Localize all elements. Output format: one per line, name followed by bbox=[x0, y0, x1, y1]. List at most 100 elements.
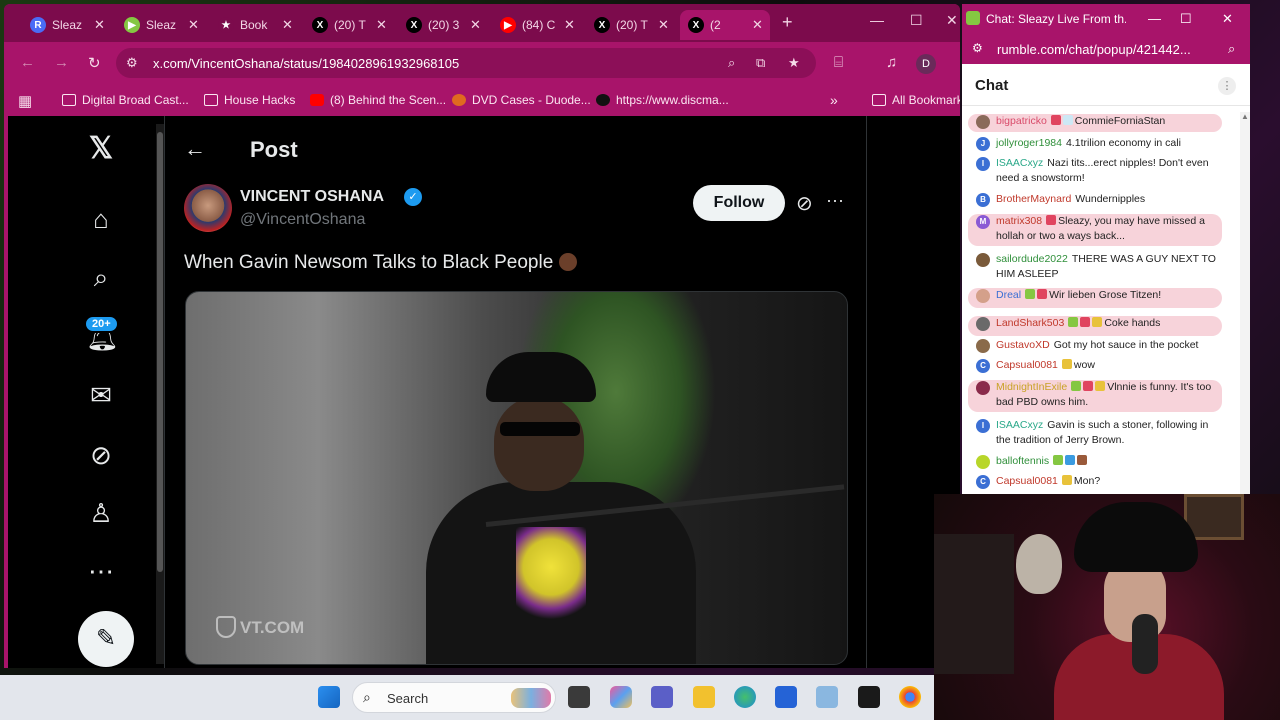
chat-avatar[interactable] bbox=[976, 339, 990, 353]
install-app-icon[interactable]: ⧉ bbox=[756, 55, 765, 71]
more-bookmarks-icon[interactable]: » bbox=[830, 92, 838, 108]
new-tab-button[interactable]: + bbox=[782, 12, 793, 33]
close-icon[interactable]: ✕ bbox=[946, 12, 958, 29]
back-arrow-icon[interactable]: ← bbox=[184, 136, 206, 162]
author-avatar[interactable] bbox=[184, 184, 232, 232]
chat-username[interactable]: sailordude2022 bbox=[996, 253, 1068, 265]
bookmark-item[interactable]: All Bookmark bbox=[872, 93, 960, 107]
windows-start-icon[interactable] bbox=[318, 686, 340, 708]
copilot-icon[interactable] bbox=[610, 686, 632, 708]
profile-avatar[interactable]: D bbox=[916, 54, 936, 74]
chat-username[interactable]: ISAACxyz bbox=[996, 419, 1043, 431]
compose-post-button[interactable]: ✎ bbox=[78, 611, 134, 667]
chat-username[interactable]: LandShark503 bbox=[996, 317, 1064, 329]
zoom-icon[interactable]: ⌕ bbox=[1228, 41, 1235, 57]
chat-avatar[interactable] bbox=[976, 381, 990, 395]
browser-tab[interactable]: X (20) T ✕ bbox=[304, 10, 394, 40]
site-info-icon[interactable]: ⚙ bbox=[972, 41, 983, 55]
zoom-icon[interactable]: ⌕ bbox=[728, 55, 735, 71]
nav-scrollbar[interactable] bbox=[156, 124, 164, 664]
back-icon[interactable]: ← bbox=[20, 54, 35, 71]
grok-icon[interactable]: ⊘ bbox=[86, 440, 116, 470]
author-name[interactable]: VINCENT OSHANA bbox=[240, 188, 384, 206]
chat-username[interactable]: Capsual0081 bbox=[996, 475, 1058, 487]
file-explorer-icon[interactable] bbox=[693, 686, 715, 708]
chat-message-list[interactable]: bigpatricko CommieForniaStan Jjollyroger19… bbox=[962, 112, 1240, 494]
chat-avatar[interactable]: C bbox=[976, 475, 990, 489]
tab-close-icon[interactable]: ✕ bbox=[752, 17, 763, 33]
reload-icon[interactable]: ↻ bbox=[88, 54, 101, 72]
chat-avatar[interactable]: I bbox=[976, 157, 990, 171]
chat-username[interactable]: ISAACxyz bbox=[996, 157, 1043, 169]
browser-tab[interactable]: R Sleaz ✕ bbox=[22, 10, 112, 40]
author-handle[interactable]: @VincentOshana bbox=[240, 211, 365, 229]
bookmark-item[interactable]: (8) Behind the Scen... bbox=[310, 93, 446, 107]
scroll-up-icon[interactable]: ▲ bbox=[1241, 112, 1249, 121]
chat-menu-icon[interactable]: ⋮ bbox=[1218, 77, 1236, 95]
close-icon[interactable]: ✕ bbox=[1222, 11, 1233, 27]
browser-tab[interactable]: ▶ Sleaz ✕ bbox=[116, 10, 206, 40]
profile-icon[interactable]: ♙ bbox=[86, 498, 116, 528]
task-view-icon[interactable] bbox=[568, 686, 590, 708]
chat-avatar[interactable]: J bbox=[976, 137, 990, 151]
explore-search-icon[interactable]: ⌕ bbox=[86, 262, 116, 292]
grok-explain-icon[interactable]: ⊘ bbox=[796, 191, 813, 216]
chat-avatar[interactable]: C bbox=[976, 359, 990, 373]
tab-close-icon[interactable]: ✕ bbox=[376, 17, 387, 33]
chat-avatar[interactable] bbox=[976, 455, 990, 469]
tab-close-icon[interactable]: ✕ bbox=[188, 17, 199, 33]
chat-avatar[interactable]: I bbox=[976, 419, 990, 433]
chat-avatar[interactable] bbox=[976, 115, 990, 129]
chat-avatar[interactable] bbox=[976, 253, 990, 267]
bookmark-item[interactable]: Digital Broad Cast... bbox=[62, 93, 189, 107]
chat-username[interactable]: Dreal bbox=[996, 289, 1021, 301]
teams-icon[interactable] bbox=[651, 686, 673, 708]
browser-tab[interactable]: ★ Book ✕ bbox=[210, 10, 300, 40]
microsoft-store-icon[interactable] bbox=[775, 686, 797, 708]
minimize-icon[interactable]: — bbox=[870, 12, 884, 28]
address-bar[interactable]: ⚙ x.com/VincentOshana/status/19840289619… bbox=[116, 48, 816, 78]
browser-tab[interactable]: X (2 ✕ bbox=[680, 10, 770, 40]
chat-scrollbar[interactable]: ▲ bbox=[1240, 112, 1250, 494]
maximize-icon[interactable]: ☐ bbox=[910, 12, 923, 29]
site-info-icon[interactable]: ⚙ bbox=[126, 55, 138, 71]
tab-close-icon[interactable]: ✕ bbox=[658, 17, 669, 33]
chat-avatar[interactable] bbox=[976, 289, 990, 303]
bookmark-item[interactable]: https://www.discma... bbox=[596, 93, 729, 107]
taskbar-search[interactable]: ⌕ Search bbox=[352, 682, 556, 713]
browser-tab[interactable]: X (20) T ✕ bbox=[586, 10, 676, 40]
chat-username[interactable]: GustavoXD bbox=[996, 339, 1050, 351]
tab-close-icon[interactable]: ✕ bbox=[94, 17, 105, 33]
chat-avatar[interactable]: M bbox=[976, 215, 990, 229]
maximize-icon[interactable]: ☐ bbox=[1180, 11, 1192, 27]
chat-username[interactable]: matrix308 bbox=[996, 215, 1042, 227]
apps-grid-icon[interactable]: ▦ bbox=[18, 92, 32, 110]
app-icon[interactable] bbox=[816, 686, 838, 708]
browser-tab[interactable]: ▶ (84) C ✕ bbox=[492, 10, 582, 40]
bookmark-item[interactable]: DVD Cases - Duode... bbox=[452, 93, 591, 107]
more-icon[interactable]: ⋯ bbox=[86, 556, 116, 586]
bookmark-item[interactable]: House Hacks bbox=[204, 93, 295, 107]
chat-avatar[interactable]: B bbox=[976, 193, 990, 207]
chrome-icon[interactable] bbox=[899, 686, 921, 708]
browser-tab[interactable]: X (20) 3 ✕ bbox=[398, 10, 488, 40]
chat-username[interactable]: balloftennis bbox=[996, 455, 1049, 467]
chat-avatar[interactable] bbox=[976, 317, 990, 331]
home-icon[interactable]: ⌂ bbox=[86, 204, 116, 234]
chat-username[interactable]: bigpatricko bbox=[996, 115, 1047, 127]
bookmark-star-icon[interactable]: ★ bbox=[788, 55, 800, 71]
chat-username[interactable]: jollyroger1984 bbox=[996, 137, 1062, 149]
tab-close-icon[interactable]: ✕ bbox=[282, 17, 293, 33]
messages-icon[interactable]: ✉ bbox=[86, 380, 116, 410]
edge-icon[interactable] bbox=[734, 686, 756, 708]
chat-username[interactable]: Capsual0081 bbox=[996, 359, 1058, 371]
x-logo-icon[interactable]: 𝕏 bbox=[86, 134, 116, 164]
chat-username[interactable]: MidnightInExile bbox=[996, 381, 1067, 393]
tab-close-icon[interactable]: ✕ bbox=[564, 17, 575, 33]
lens-icon[interactable]: ⌸ bbox=[834, 54, 843, 71]
media-control-icon[interactable]: ♫ bbox=[886, 54, 897, 71]
post-more-icon[interactable]: ··· bbox=[826, 190, 844, 211]
tab-close-icon[interactable]: ✕ bbox=[470, 17, 481, 33]
minimize-icon[interactable]: — bbox=[1148, 11, 1161, 26]
follow-button[interactable]: Follow bbox=[693, 185, 785, 221]
